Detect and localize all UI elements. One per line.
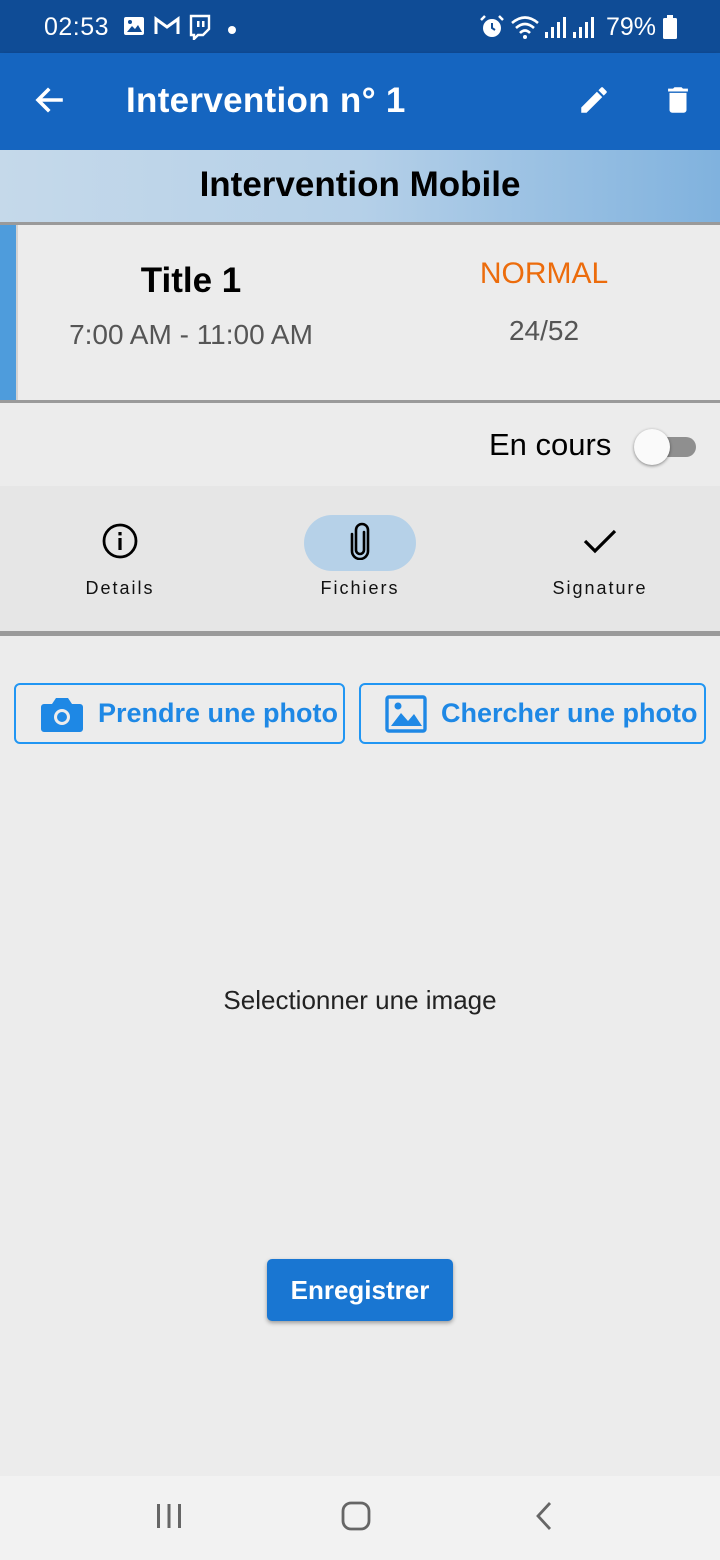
tab-fichiers-label: Fichiers [320,578,400,598]
tab-details-label: Details [85,578,155,598]
twitch-icon [188,14,212,45]
card-divider [16,225,18,400]
section-title: Intervention Mobile [199,165,521,204]
image-placeholder-text: Selectionner une image [223,985,497,1015]
signal-icon [572,14,596,45]
tab-details[interactable]: Details [0,486,240,631]
recent-apps-icon [154,1503,184,1534]
tab-signature-label: Signature [552,578,648,598]
status-toggle-label: En cours [489,427,612,462]
battery-percent: 79% [606,13,657,41]
checkmark-icon [582,526,618,561]
find-photo-label: Chercher une photo [441,698,698,728]
intervention-card[interactable]: Title 1 7:00 AM - 11:00 AM NORMAL 24/52 [0,225,720,403]
arrow-left-icon [33,84,65,121]
recent-apps-button[interactable] [139,1496,199,1540]
tab-fichiers[interactable]: Fichiers [240,486,480,631]
edit-button[interactable] [566,74,622,130]
back-button[interactable] [21,74,77,130]
camera-icon [40,695,84,733]
tab-details-indicator [64,515,176,571]
signal-icon [544,14,568,45]
home-button[interactable] [326,1496,386,1540]
card-count: 24/52 [508,315,580,346]
gallery-icon [122,14,146,43]
section-header: Intervention Mobile [0,150,720,225]
home-icon [341,1501,371,1536]
tab-fichiers-indicator [304,515,416,571]
app-bar: Intervention n° 1 [0,53,720,150]
status-toggle-switch[interactable] [634,429,698,465]
take-photo-label: Prendre une photo [98,698,339,728]
tab-signature[interactable]: Signature [480,486,720,631]
switch-thumb [634,429,670,465]
tab-signature-indicator [544,515,656,571]
tab-bar: Details Fichiers Signature [0,486,720,636]
delete-button[interactable] [650,74,706,130]
image-icon [385,694,427,733]
take-photo-button[interactable]: Prendre une photo [14,683,345,744]
pencil-icon [577,83,611,122]
system-nav-bar [0,1476,720,1560]
wifi-icon [510,14,540,45]
status-time: 02:53 [44,13,110,41]
paperclip-icon [345,522,375,565]
card-accent-bar [0,225,16,400]
battery-icon [662,15,678,44]
page-title: Intervention n° 1 [126,81,406,120]
card-time-range: 7:00 AM - 11:00 AM [69,319,313,350]
chevron-left-icon [533,1501,555,1536]
dot-icon [227,22,237,40]
gmail-icon [154,14,180,43]
find-photo-button[interactable]: Chercher une photo [359,683,706,744]
card-title: Title 1 [140,261,242,300]
info-icon [101,522,139,565]
status-toggle-row: En cours [0,403,720,486]
alarm-icon [479,14,505,45]
save-button[interactable]: Enregistrer [267,1259,453,1321]
status-bar: 02:53 79% [0,0,720,53]
priority-label: NORMAL [479,257,609,290]
trash-icon [661,83,695,122]
nav-back-button[interactable] [514,1496,574,1540]
